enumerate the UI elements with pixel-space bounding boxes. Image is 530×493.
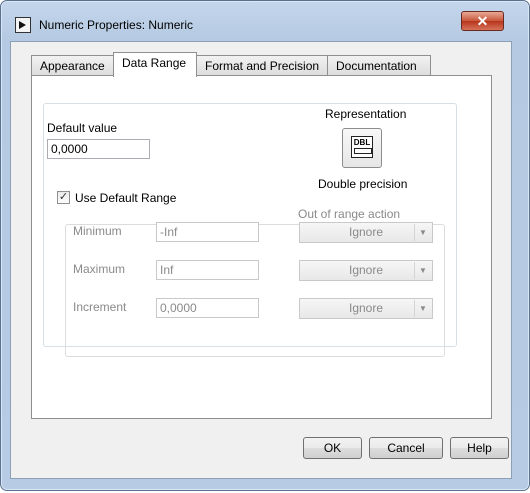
increment-action-value: Ignore [348,301,384,315]
maximum-action-value: Ignore [348,263,384,277]
representation-type: Double precision [318,177,408,191]
default-value-field[interactable]: 0,0000 [47,139,150,159]
minimum-label: Minimum [73,224,122,238]
data-range-panel: Default value 0,0000 Representation DBL … [31,75,492,419]
default-value-label: Default value [47,121,118,135]
tab-format-and-precision[interactable]: Format and Precision [196,55,328,76]
increment-action-select[interactable]: Ignore ▼ [299,298,433,319]
cancel-button[interactable]: Cancel [369,437,443,459]
dbl-icon-text: DBL [353,138,371,147]
minimum-field[interactable]: -Inf [156,222,259,242]
chevron-down-icon: ▼ [414,300,431,317]
out-of-range-action-header: Out of range action [298,207,401,221]
chevron-down-icon: ▼ [414,262,431,279]
representation-label: Representation [325,107,407,121]
data-range-group: Default value 0,0000 Representation DBL … [43,103,457,357]
dbl-icon-bar [354,148,372,154]
chevron-down-icon: ▼ [414,224,431,241]
tab-documentation[interactable]: Documentation [327,55,431,76]
use-default-range-label[interactable]: Use Default Range [75,191,176,205]
tab-appearance[interactable]: Appearance [31,55,114,76]
maximum-action-select[interactable]: Ignore ▼ [299,260,433,281]
maximum-field[interactable]: Inf [156,260,259,280]
title-bar[interactable]: Numeric Properties: Numeric ✕ [1,1,529,43]
labview-app-icon [15,17,31,33]
dbl-icon: DBL [351,136,373,158]
close-button[interactable]: ✕ [461,11,504,31]
tab-data-range[interactable]: Data Range [113,52,197,77]
window-title: Numeric Properties: Numeric [39,18,194,32]
ok-button[interactable]: OK [303,437,362,459]
dialog-window: Numeric Properties: Numeric ✕ Appearance… [0,0,530,491]
maximum-label: Maximum [73,262,126,276]
increment-label: Increment [73,300,127,314]
increment-field[interactable]: 0,0000 [156,298,259,318]
minimum-action-select[interactable]: Ignore ▼ [299,222,433,243]
representation-button[interactable]: DBL [342,128,382,168]
dialog-client-area: Appearance Data Range Format and Precisi… [10,41,512,479]
use-default-range-checkbox[interactable]: ✓ [57,191,70,204]
minimum-action-value: Ignore [348,225,384,239]
help-button[interactable]: Help [450,437,509,459]
range-settings-box: Out of range action Minimum -Inf Ignore … [65,207,445,357]
